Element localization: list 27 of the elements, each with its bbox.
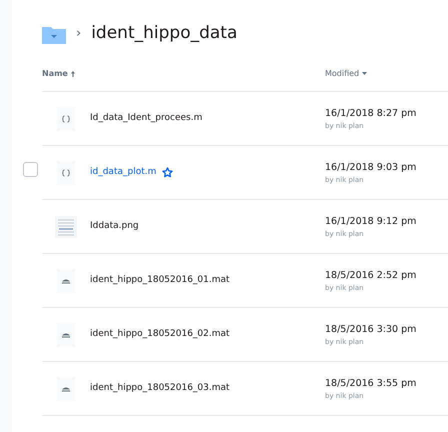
modified-date: 16/1/2018 9:03 pm [325,160,416,174]
column-header[interactable]: Name [42,68,68,80]
modified-date: 16/1/2018 9:12 pm [325,214,416,228]
modified-date: 18/5/2016 2:52 pm [325,268,416,282]
modified-date: 16/1/2018 8:27 pm [325,106,416,120]
folder-icon [42,24,66,44]
file-name[interactable]: Iddata.png [90,220,139,234]
data-file-icon [57,322,75,346]
image-thumbnail [55,216,77,238]
sort-ascending-icon[interactable] [70,70,75,76]
file-name[interactable]: id_data_plot.m [90,166,156,180]
folder-title: ident_hippo_data [91,22,238,46]
data-file-icon [57,376,75,400]
column-header[interactable]: Modified [325,68,360,80]
file-name[interactable]: ident_hippo_18052016_01.mat [90,274,230,288]
file-name[interactable]: Id_data_Ident_procees.m [90,112,202,126]
star-icon[interactable] [162,167,174,178]
file-name[interactable]: ident_hippo_18052016_03.mat [90,382,230,396]
data-file-icon [57,268,75,292]
modified-date: 18/5/2016 3:55 pm [325,376,416,390]
row-checkbox[interactable] [23,162,38,177]
file-name[interactable]: ident_hippo_18052016_02.mat [90,328,230,342]
code-file-icon [57,160,75,184]
modified-date: 18/5/2016 3:30 pm [325,322,416,336]
sort-descending-icon[interactable] [362,72,368,75]
code-file-icon [57,106,75,130]
breadcrumb-separator: › [76,25,82,44]
